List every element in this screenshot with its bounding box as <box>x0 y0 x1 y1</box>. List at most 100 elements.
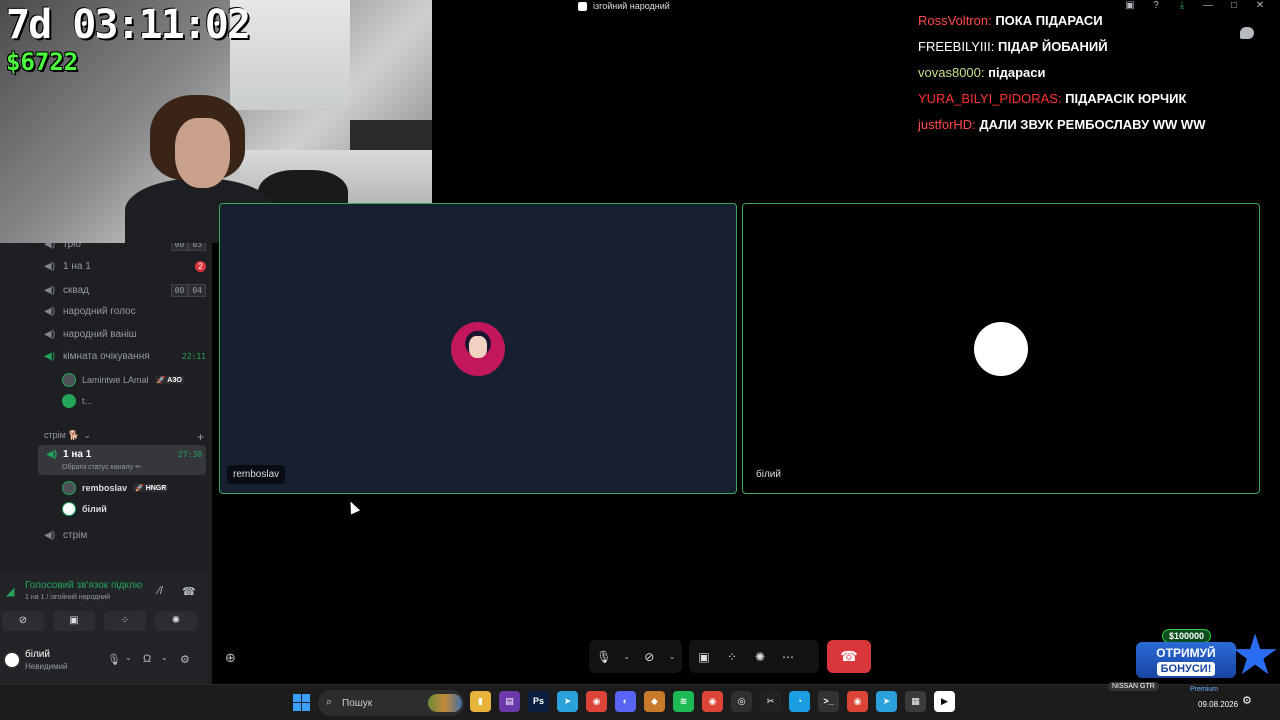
avatar[interactable] <box>3 651 21 669</box>
more-options-icon[interactable]: ⋯ <box>779 650 797 664</box>
chevron-down-icon[interactable]: ⌄ <box>668 652 676 661</box>
channel-narodnyi-vanish[interactable]: ◀) народний ваніш <box>44 329 206 340</box>
chat-text: підараси <box>988 65 1046 80</box>
invite-user-icon[interactable]: ⊕ <box>225 650 236 666</box>
windows-start-icon[interactable] <box>293 694 310 711</box>
mouse-cursor <box>345 499 361 515</box>
chat-bubble-icon[interactable] <box>1240 27 1254 39</box>
chat-username[interactable]: FREEBILYIII: <box>918 39 994 54</box>
maximize-button[interactable]: □ <box>1228 0 1240 11</box>
microphone-icon[interactable]: 🎙 <box>107 653 121 666</box>
channel-narodnyi-holos[interactable]: ◀) народний голос <box>44 306 206 317</box>
speaker-icon: ◀) <box>44 261 56 272</box>
channel-name: 1 на 1 <box>63 261 91 272</box>
chat-text: ПОКА ПІДАРАСИ <box>995 13 1103 28</box>
telegram-icon[interactable]: ➤ <box>557 691 578 712</box>
chevron-down-icon[interactable]: ⌄ <box>125 653 132 662</box>
notification-icon[interactable]: ⚙ <box>1242 694 1252 707</box>
chat-username[interactable]: vovas8000: <box>918 65 985 80</box>
voice-status[interactable]: Голосовий зв'язок підклю <box>25 580 142 591</box>
category-name: стрім 🐕 <box>44 430 80 440</box>
file-explorer-icon[interactable]: ▮ <box>470 691 491 712</box>
discord-icon[interactable]: ◐ <box>615 691 636 712</box>
noise-suppression-icon[interactable]: ⁄/ <box>158 585 163 597</box>
taskbar: ⌕ Пошук ▮ ▤ Ps ➤ ◉ ◐ ◆ ≋ ◉ ◎ ✂ ◔ >_ ◉ ➤ ▦ ▶ <box>0 684 1280 720</box>
video-tile[interactable]: білий <box>742 203 1260 494</box>
member-name: remboslav <box>82 483 128 493</box>
clock-date[interactable]: 09.08.2026 <box>1198 700 1238 709</box>
chrome-icon[interactable]: ◉ <box>847 691 868 712</box>
taskbar-search[interactable]: ⌕ Пошук <box>318 690 464 716</box>
promo-line2: БОНУСИ! <box>1156 662 1216 676</box>
channel-1na1[interactable]: ◀) 1 на 1 2 <box>44 261 206 272</box>
terminal-icon[interactable]: >_ <box>818 691 839 712</box>
guard-app-icon[interactable]: ◆ <box>644 691 665 712</box>
edge-icon[interactable]: ◔ <box>789 691 810 712</box>
category-stream[interactable]: стрім 🐕 ⌄ + <box>44 430 204 444</box>
obs-icon[interactable]: ◎ <box>731 691 752 712</box>
channel-stream[interactable]: ◀) стрім <box>44 530 206 541</box>
screen-share-icon[interactable]: ▣ <box>695 650 713 664</box>
calculator-icon[interactable]: ▦ <box>905 691 926 712</box>
search-icon: ⌕ <box>326 696 333 708</box>
chat-text: ПІДАР ЙОБАНИЙ <box>997 39 1108 54</box>
download-icon[interactable]: ⤓ <box>1176 0 1188 11</box>
channel-name: сквад <box>63 285 89 296</box>
activities-button[interactable]: ⁘ <box>104 611 146 631</box>
channel-waiting-room[interactable]: ◀) кімната очікування 22:11 <box>44 351 206 362</box>
media-app-icon[interactable]: ▤ <box>499 691 520 712</box>
username: білий <box>25 649 50 660</box>
chevron-down-icon[interactable]: ⌄ <box>161 653 168 662</box>
promo-box: ОТРИМУЙ БОНУСИ! <box>1136 642 1236 678</box>
disconnect-icon[interactable]: ☎ <box>182 585 196 598</box>
webcam-person-face <box>175 118 230 188</box>
channel-squad[interactable]: ◀) сквад 00 04 <box>44 284 206 297</box>
activities-icon[interactable]: ⁘ <box>723 650 741 664</box>
channel-name: кімната очікування <box>63 351 150 362</box>
chevron-down-icon[interactable]: ⌄ <box>623 652 631 661</box>
soundboard-icon[interactable]: ✺ <box>751 650 769 664</box>
promo-amount: $100000 <box>1162 629 1212 643</box>
end-call-button[interactable]: ☎ <box>827 640 871 673</box>
soundboard-button[interactable]: ✺ <box>155 611 197 631</box>
voice-user[interactable]: Lamintwe LAmal 🚀 АЗО <box>62 373 184 387</box>
chat-username[interactable]: YURA_BILYI_PIDORAS: <box>918 91 1062 106</box>
capcut-icon[interactable]: ✂ <box>760 691 781 712</box>
photoshop-icon[interactable]: Ps <box>528 691 549 712</box>
add-channel-icon[interactable]: + <box>197 430 204 444</box>
camera-toggle-button[interactable]: ⊘ <box>2 611 44 631</box>
voice-user[interactable]: t... <box>62 394 92 408</box>
settings-gear-icon[interactable]: ⚙ <box>180 653 190 666</box>
close-button[interactable]: ✕ <box>1254 0 1266 11</box>
voice-channel-path[interactable]: 1 на 1 / ізгойний народний <box>25 594 110 601</box>
avatar <box>62 394 76 408</box>
audio-video-controls: 🎙 ⌄ ⊘ ⌄ <box>589 640 682 673</box>
microphone-icon[interactable]: 🎙 <box>595 650 613 664</box>
chrome-icon[interactable]: ◉ <box>586 691 607 712</box>
video-tile[interactable]: remboslav <box>219 203 737 494</box>
count-current: 00 <box>170 284 189 297</box>
tile-label: remboslav <box>227 465 286 484</box>
channel-status-hint[interactable]: Обрати статус каналу ✏ <box>62 463 141 471</box>
camera-off-icon[interactable]: ⊘ <box>641 650 659 664</box>
channel-timer: 22:11 <box>181 352 206 361</box>
voice-member[interactable]: білий <box>62 502 107 516</box>
telegram-icon[interactable]: ➤ <box>876 691 897 712</box>
chat-message: FREEBILYIII: ПІДАР ЙОБАНИЙ <box>918 38 1258 64</box>
inbox-icon[interactable]: ▣ <box>1124 0 1136 11</box>
search-highlight-icon <box>428 694 462 712</box>
chat-message: RossVoltron: ПОКА ПІДАРАСИ <box>918 12 1258 38</box>
promo-banner[interactable]: $100000 ОТРИМУЙ БОНУСИ! ★ <box>1134 626 1280 684</box>
voice-member[interactable]: remboslav 🚀 HNGR <box>62 481 169 495</box>
chrome-icon[interactable]: ◉ <box>702 691 723 712</box>
nissan-widget[interactable]: NISSAN GTR <box>1108 682 1159 691</box>
headphones-icon[interactable]: Ω <box>143 653 151 665</box>
spotify-icon[interactable]: ≋ <box>673 691 694 712</box>
help-icon[interactable]: ? <box>1150 0 1162 11</box>
screen-share-button[interactable]: ▣ <box>53 611 95 631</box>
member-name: білий <box>82 504 107 514</box>
media-player-icon[interactable]: ▶ <box>934 691 955 712</box>
chat-username[interactable]: RossVoltron: <box>918 13 992 28</box>
minimize-button[interactable]: — <box>1202 0 1214 11</box>
chat-username[interactable]: justforHD: <box>918 117 976 132</box>
